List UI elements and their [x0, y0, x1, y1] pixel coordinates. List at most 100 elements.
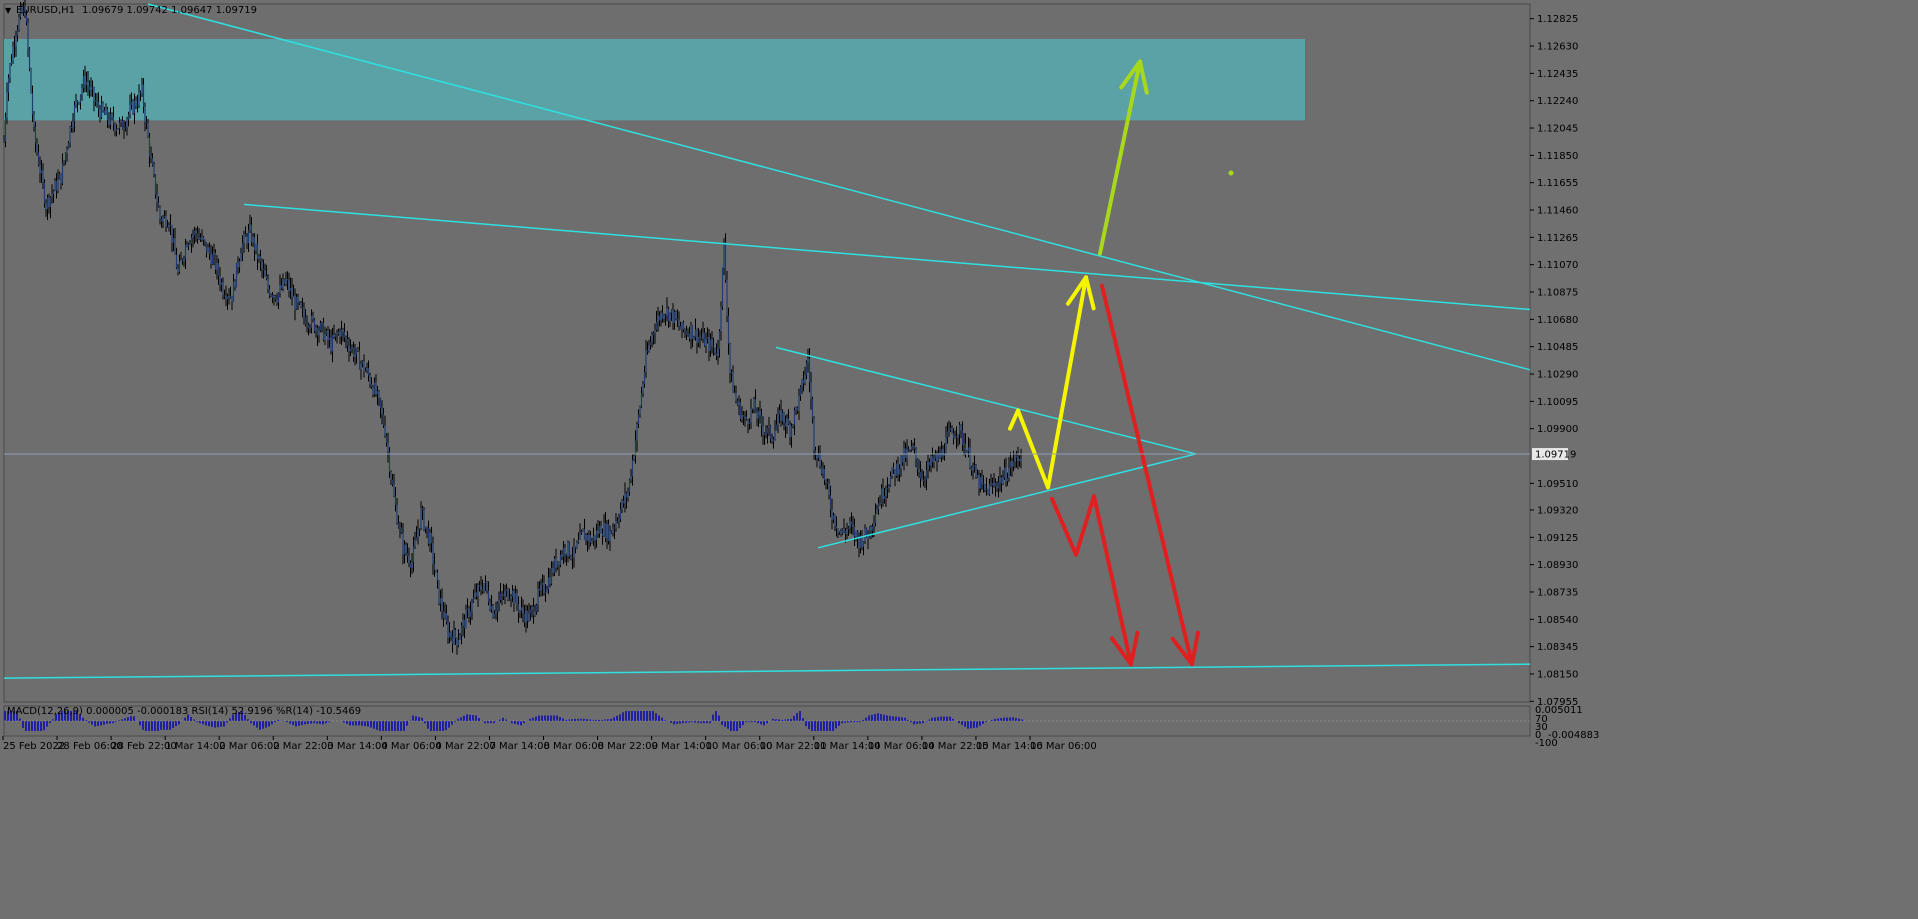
macd-bar — [547, 715, 549, 721]
candle-body — [48, 197, 50, 208]
candle-body — [346, 338, 349, 346]
candle-body — [493, 613, 496, 618]
macd-bar — [934, 717, 936, 721]
macd-bar — [460, 717, 462, 721]
candle-body — [495, 611, 497, 614]
macd-bar — [220, 721, 222, 727]
candle-body — [241, 243, 244, 254]
candle-body — [901, 455, 904, 463]
macd-bar — [790, 718, 792, 721]
candle-body — [892, 467, 895, 470]
macd-bar — [1006, 717, 1008, 721]
candle-body — [624, 493, 626, 504]
macd-bar — [424, 721, 426, 724]
macd-bar — [694, 721, 696, 723]
candle-body — [147, 123, 149, 138]
candle-body — [370, 384, 373, 388]
candle-body — [193, 230, 196, 236]
candle-body — [1003, 467, 1006, 478]
candle-body — [213, 252, 215, 255]
macd-bar — [346, 721, 348, 724]
candle-body — [375, 382, 377, 395]
candle-body — [948, 429, 950, 432]
candle-body — [978, 474, 980, 489]
candle-body — [537, 588, 539, 606]
candle-body — [610, 531, 613, 534]
candle-body — [820, 466, 823, 474]
macd-bar — [682, 721, 684, 724]
macd-bar — [574, 718, 576, 721]
candle-body — [118, 122, 121, 129]
candle-body — [528, 613, 530, 621]
candle-body — [345, 337, 347, 339]
chart-menu-icon[interactable]: ▼ — [5, 6, 12, 15]
macd-bar — [733, 721, 735, 731]
macd-bar — [46, 721, 48, 727]
macd-bar — [256, 721, 258, 728]
candle-body — [865, 528, 868, 536]
candle-body — [318, 330, 320, 336]
macd-bar — [124, 718, 126, 721]
macd-bar — [25, 721, 27, 731]
macd-bar — [313, 721, 315, 724]
candle-body — [600, 525, 602, 534]
macd-bar — [919, 721, 921, 724]
candle-body — [672, 310, 674, 323]
candle-body — [294, 295, 296, 310]
macd-bar — [760, 721, 762, 725]
candle-body — [982, 483, 985, 485]
candle-body — [117, 128, 119, 130]
macd-bar — [40, 721, 42, 731]
candle-body — [544, 591, 547, 593]
macd-bar — [127, 717, 129, 721]
candle-body — [262, 268, 265, 271]
macd-bar — [868, 715, 870, 721]
candle-body — [693, 337, 695, 340]
candle-body — [957, 434, 959, 438]
macd-bar — [265, 721, 267, 728]
macd-bar — [775, 719, 777, 721]
candle-body — [1011, 461, 1013, 467]
candle-body — [781, 412, 784, 421]
candle-body — [511, 590, 514, 597]
candle-body — [517, 604, 520, 613]
macd-bar — [454, 721, 456, 722]
candle-body — [958, 424, 961, 435]
macd-bar — [418, 716, 420, 721]
candle-body — [1012, 461, 1015, 467]
macd-bar — [886, 715, 888, 721]
candle-body — [525, 610, 527, 623]
macd-bar — [514, 721, 516, 724]
symbol-title: EURUSD,H1 — [16, 5, 75, 16]
candle-body — [621, 500, 623, 510]
candle-body — [235, 262, 238, 288]
candle-body — [67, 143, 70, 150]
candle-body — [762, 425, 764, 436]
candle-body — [105, 109, 107, 115]
candle-body — [913, 445, 916, 449]
candle-body — [124, 127, 127, 129]
candle-body — [339, 331, 341, 337]
candle-body — [673, 311, 676, 323]
candle-body — [709, 339, 712, 351]
candle-body — [642, 384, 644, 394]
macd-bar — [862, 719, 864, 721]
macd-bar — [529, 718, 531, 721]
candle-body — [753, 399, 755, 409]
candle-body — [655, 322, 658, 331]
candle-body — [282, 279, 284, 289]
candle-body — [555, 558, 557, 568]
macd-bar — [271, 721, 273, 725]
candle-body — [486, 582, 488, 591]
candle-body — [994, 482, 997, 487]
candle-body — [409, 563, 412, 568]
candle-body — [246, 236, 248, 244]
candle-body — [325, 330, 328, 334]
candle-body — [880, 488, 883, 505]
candle-body — [481, 589, 484, 592]
candle-body — [376, 391, 379, 395]
macd-bar — [904, 717, 906, 721]
candle-body — [196, 233, 199, 239]
candle-body — [157, 202, 160, 208]
macd-bar — [871, 714, 873, 721]
